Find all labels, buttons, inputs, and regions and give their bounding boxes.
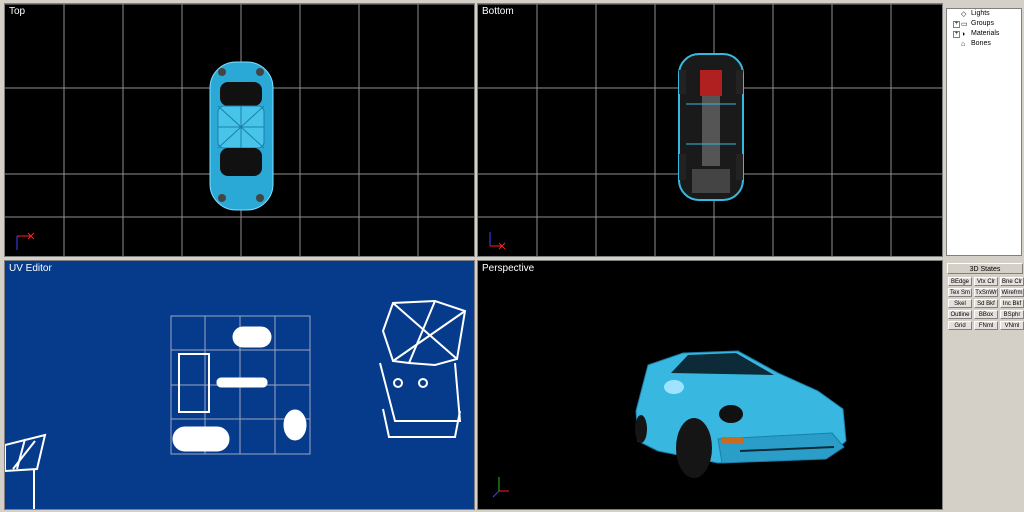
axis-gizmo-perspective bbox=[492, 477, 509, 498]
bone-icon: ⌂ bbox=[961, 41, 966, 48]
viewport-bottom-canvas bbox=[478, 4, 942, 256]
tree-item-materials[interactable]: + ◑ Materials bbox=[947, 29, 1021, 39]
viewport-uv-editor[interactable]: UV Editor bbox=[4, 260, 475, 510]
car-perspective-model bbox=[635, 350, 847, 478]
state-button-vnml[interactable]: VNml bbox=[1000, 321, 1024, 330]
viewport-perspective-canvas bbox=[492, 350, 847, 498]
expand-icon[interactable]: + bbox=[953, 31, 960, 38]
viewport-perspective[interactable]: Perspective bbox=[477, 260, 943, 510]
car-top-model bbox=[209, 61, 274, 211]
tree-item-label: Groups bbox=[971, 20, 994, 27]
state-button-bbox[interactable]: BBox bbox=[974, 310, 998, 319]
uv-editor-canvas bbox=[5, 299, 467, 509]
state-button-outline[interactable]: Outline bbox=[948, 310, 972, 319]
state-button-wireframe[interactable]: Wirefrm bbox=[1000, 288, 1024, 297]
state-button-tex-sm[interactable]: Tex Sm bbox=[948, 288, 972, 297]
state-button-vtx-clr[interactable]: Vtx Clr bbox=[974, 277, 998, 286]
tree-item-label: Materials bbox=[971, 30, 1000, 37]
viewport-label-bottom: Bottom bbox=[482, 6, 514, 17]
tree-item-label: Lights bbox=[971, 10, 990, 17]
viewport-bottom[interactable]: Bottom bbox=[477, 3, 943, 257]
state-button-grid[interactable]: Grid bbox=[948, 321, 972, 330]
tree-item-lights[interactable]: ◇ Lights bbox=[947, 9, 1021, 19]
viewport-label-uv: UV Editor bbox=[9, 263, 52, 274]
state-button-fnml[interactable]: FNml bbox=[974, 321, 998, 330]
tree-item-bones[interactable]: ⌂ Bones bbox=[947, 39, 1021, 49]
state-button-txsnwr[interactable]: TxSnWr bbox=[974, 288, 998, 297]
car-bottom-model bbox=[678, 53, 744, 201]
uv-wheel-island bbox=[5, 433, 47, 509]
states-panel: 3D States BEdge Vtx Clr Bne Clr Tex Sm T… bbox=[946, 263, 1024, 333]
expand-icon[interactable]: + bbox=[953, 21, 960, 28]
viewport-label-perspective: Perspective bbox=[482, 263, 535, 274]
states-button-grid: BEdge Vtx Clr Bne Clr Tex Sm TxSnWr Wire… bbox=[948, 277, 1024, 330]
tree-item-groups[interactable]: + ▭ Groups bbox=[947, 19, 1021, 29]
axis-gizmo-bottom bbox=[489, 232, 506, 250]
state-button-bsphr[interactable]: BSphr bbox=[1000, 310, 1024, 319]
tree-item-label: Bones bbox=[971, 40, 991, 47]
state-button-sd-bkf[interactable]: Sd Bkf bbox=[974, 299, 998, 308]
states-panel-title: 3D States bbox=[947, 263, 1023, 274]
state-button-bne-clr[interactable]: Bne Clr bbox=[1000, 277, 1024, 286]
state-button-skel[interactable]: Skel bbox=[948, 299, 972, 308]
uv-car-shell bbox=[379, 299, 467, 438]
state-button-bedge[interactable]: BEdge bbox=[948, 277, 972, 286]
scene-tree-panel[interactable]: ◇ Lights + ▭ Groups + ◑ Materials ⌂ Bone… bbox=[946, 8, 1022, 256]
viewport-top-canvas bbox=[5, 4, 474, 256]
state-button-inc-bkf[interactable]: Inc Bkf bbox=[1000, 299, 1024, 308]
viewport-label-top: Top bbox=[9, 6, 26, 17]
viewport-top[interactable]: Top bbox=[4, 3, 475, 257]
axis-gizmo-top bbox=[16, 232, 35, 250]
